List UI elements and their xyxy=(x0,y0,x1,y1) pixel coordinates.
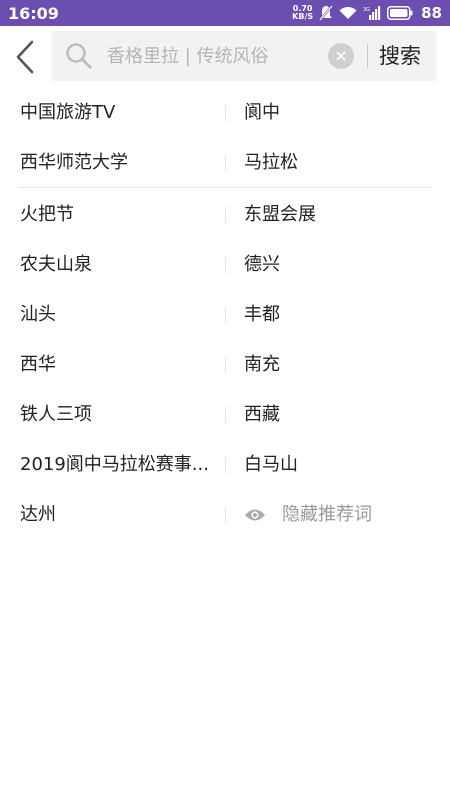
suggestion-item[interactable]: 火把节 xyxy=(20,190,215,240)
column-divider xyxy=(225,507,226,523)
column-divider xyxy=(225,457,226,473)
suggestion-item[interactable]: 阆中 xyxy=(244,88,434,138)
suggestion-item[interactable]: 西华 xyxy=(20,340,215,390)
suggestion-row: 铁人三项 西藏 xyxy=(0,390,450,440)
search-box: 搜索 xyxy=(51,31,437,81)
column-divider xyxy=(225,257,226,273)
suggestion-item[interactable]: 西藏 xyxy=(244,390,434,440)
eye-icon xyxy=(244,507,266,523)
close-icon xyxy=(336,51,346,61)
suggestion-row: 2019阆中马拉松赛事... 白马山 xyxy=(0,440,450,490)
suggestion-item[interactable]: 德兴 xyxy=(244,240,434,290)
signal-label: 3G xyxy=(363,7,370,13)
hide-suggestions-label: 隐藏推荐词 xyxy=(282,504,372,525)
column-divider xyxy=(225,357,226,373)
suggestion-item[interactable]: 西华师范大学 xyxy=(20,138,215,188)
suggestion-item[interactable]: 汕头 xyxy=(20,290,215,340)
chevron-left-icon xyxy=(16,40,34,74)
suggestion-item[interactable]: 铁人三项 xyxy=(20,390,215,440)
status-bar: 16:09 0.70 KB/S 3G 88 xyxy=(0,0,450,26)
net-speed: 0.70 KB/S xyxy=(292,5,313,21)
battery-level: 88 xyxy=(421,4,442,22)
search-input[interactable] xyxy=(107,45,317,67)
column-divider xyxy=(225,407,226,423)
signal-icon: 3G xyxy=(363,6,381,20)
wifi-icon xyxy=(339,6,357,20)
search-divider xyxy=(367,44,368,68)
search-header: 搜索 xyxy=(0,26,450,88)
suggestion-row: 西华 南充 xyxy=(0,340,450,390)
suggestion-row: 火把节 东盟会展 xyxy=(0,190,450,240)
hide-suggestions-button[interactable]: 隐藏推荐词 xyxy=(244,490,434,540)
suggestion-item[interactable]: 马拉松 xyxy=(244,138,434,188)
suggestion-item[interactable]: 农夫山泉 xyxy=(20,240,215,290)
column-divider xyxy=(225,307,226,323)
suggestion-row: 中国旅游TV 阆中 xyxy=(0,88,450,138)
suggestion-row: 汕头 丰都 xyxy=(0,290,450,340)
suggestion-item[interactable]: 东盟会展 xyxy=(244,190,434,240)
suggestion-row: 西华师范大学 马拉松 xyxy=(0,138,450,188)
clear-button[interactable] xyxy=(328,43,354,69)
search-button[interactable]: 搜索 xyxy=(379,39,421,73)
suggestion-row: 达州 隐藏推荐词 xyxy=(0,490,450,540)
suggestion-item[interactable]: 2019阆中马拉松赛事... xyxy=(20,440,215,490)
suggestion-item[interactable]: 丰都 xyxy=(244,290,434,340)
suggestion-item[interactable]: 南充 xyxy=(244,340,434,390)
notification-off-icon xyxy=(319,5,334,21)
battery-icon xyxy=(387,6,413,20)
suggestion-item[interactable]: 达州 xyxy=(20,490,215,540)
column-divider xyxy=(225,155,226,171)
net-speed-unit: KB/S xyxy=(292,12,314,21)
suggestion-item[interactable]: 白马山 xyxy=(244,440,434,490)
suggestion-list: 中国旅游TV 阆中 西华师范大学 马拉松 火把节 东盟会展 农夫山泉 德兴 汕头… xyxy=(0,88,450,540)
status-time: 16:09 xyxy=(8,3,59,23)
column-divider xyxy=(225,207,226,223)
search-icon xyxy=(59,42,99,70)
status-icons: 0.70 KB/S 3G 88 xyxy=(292,4,442,22)
suggestion-item[interactable]: 中国旅游TV xyxy=(20,88,215,138)
back-button[interactable] xyxy=(0,26,50,88)
suggestion-row: 农夫山泉 德兴 xyxy=(0,240,450,290)
column-divider xyxy=(225,105,226,121)
